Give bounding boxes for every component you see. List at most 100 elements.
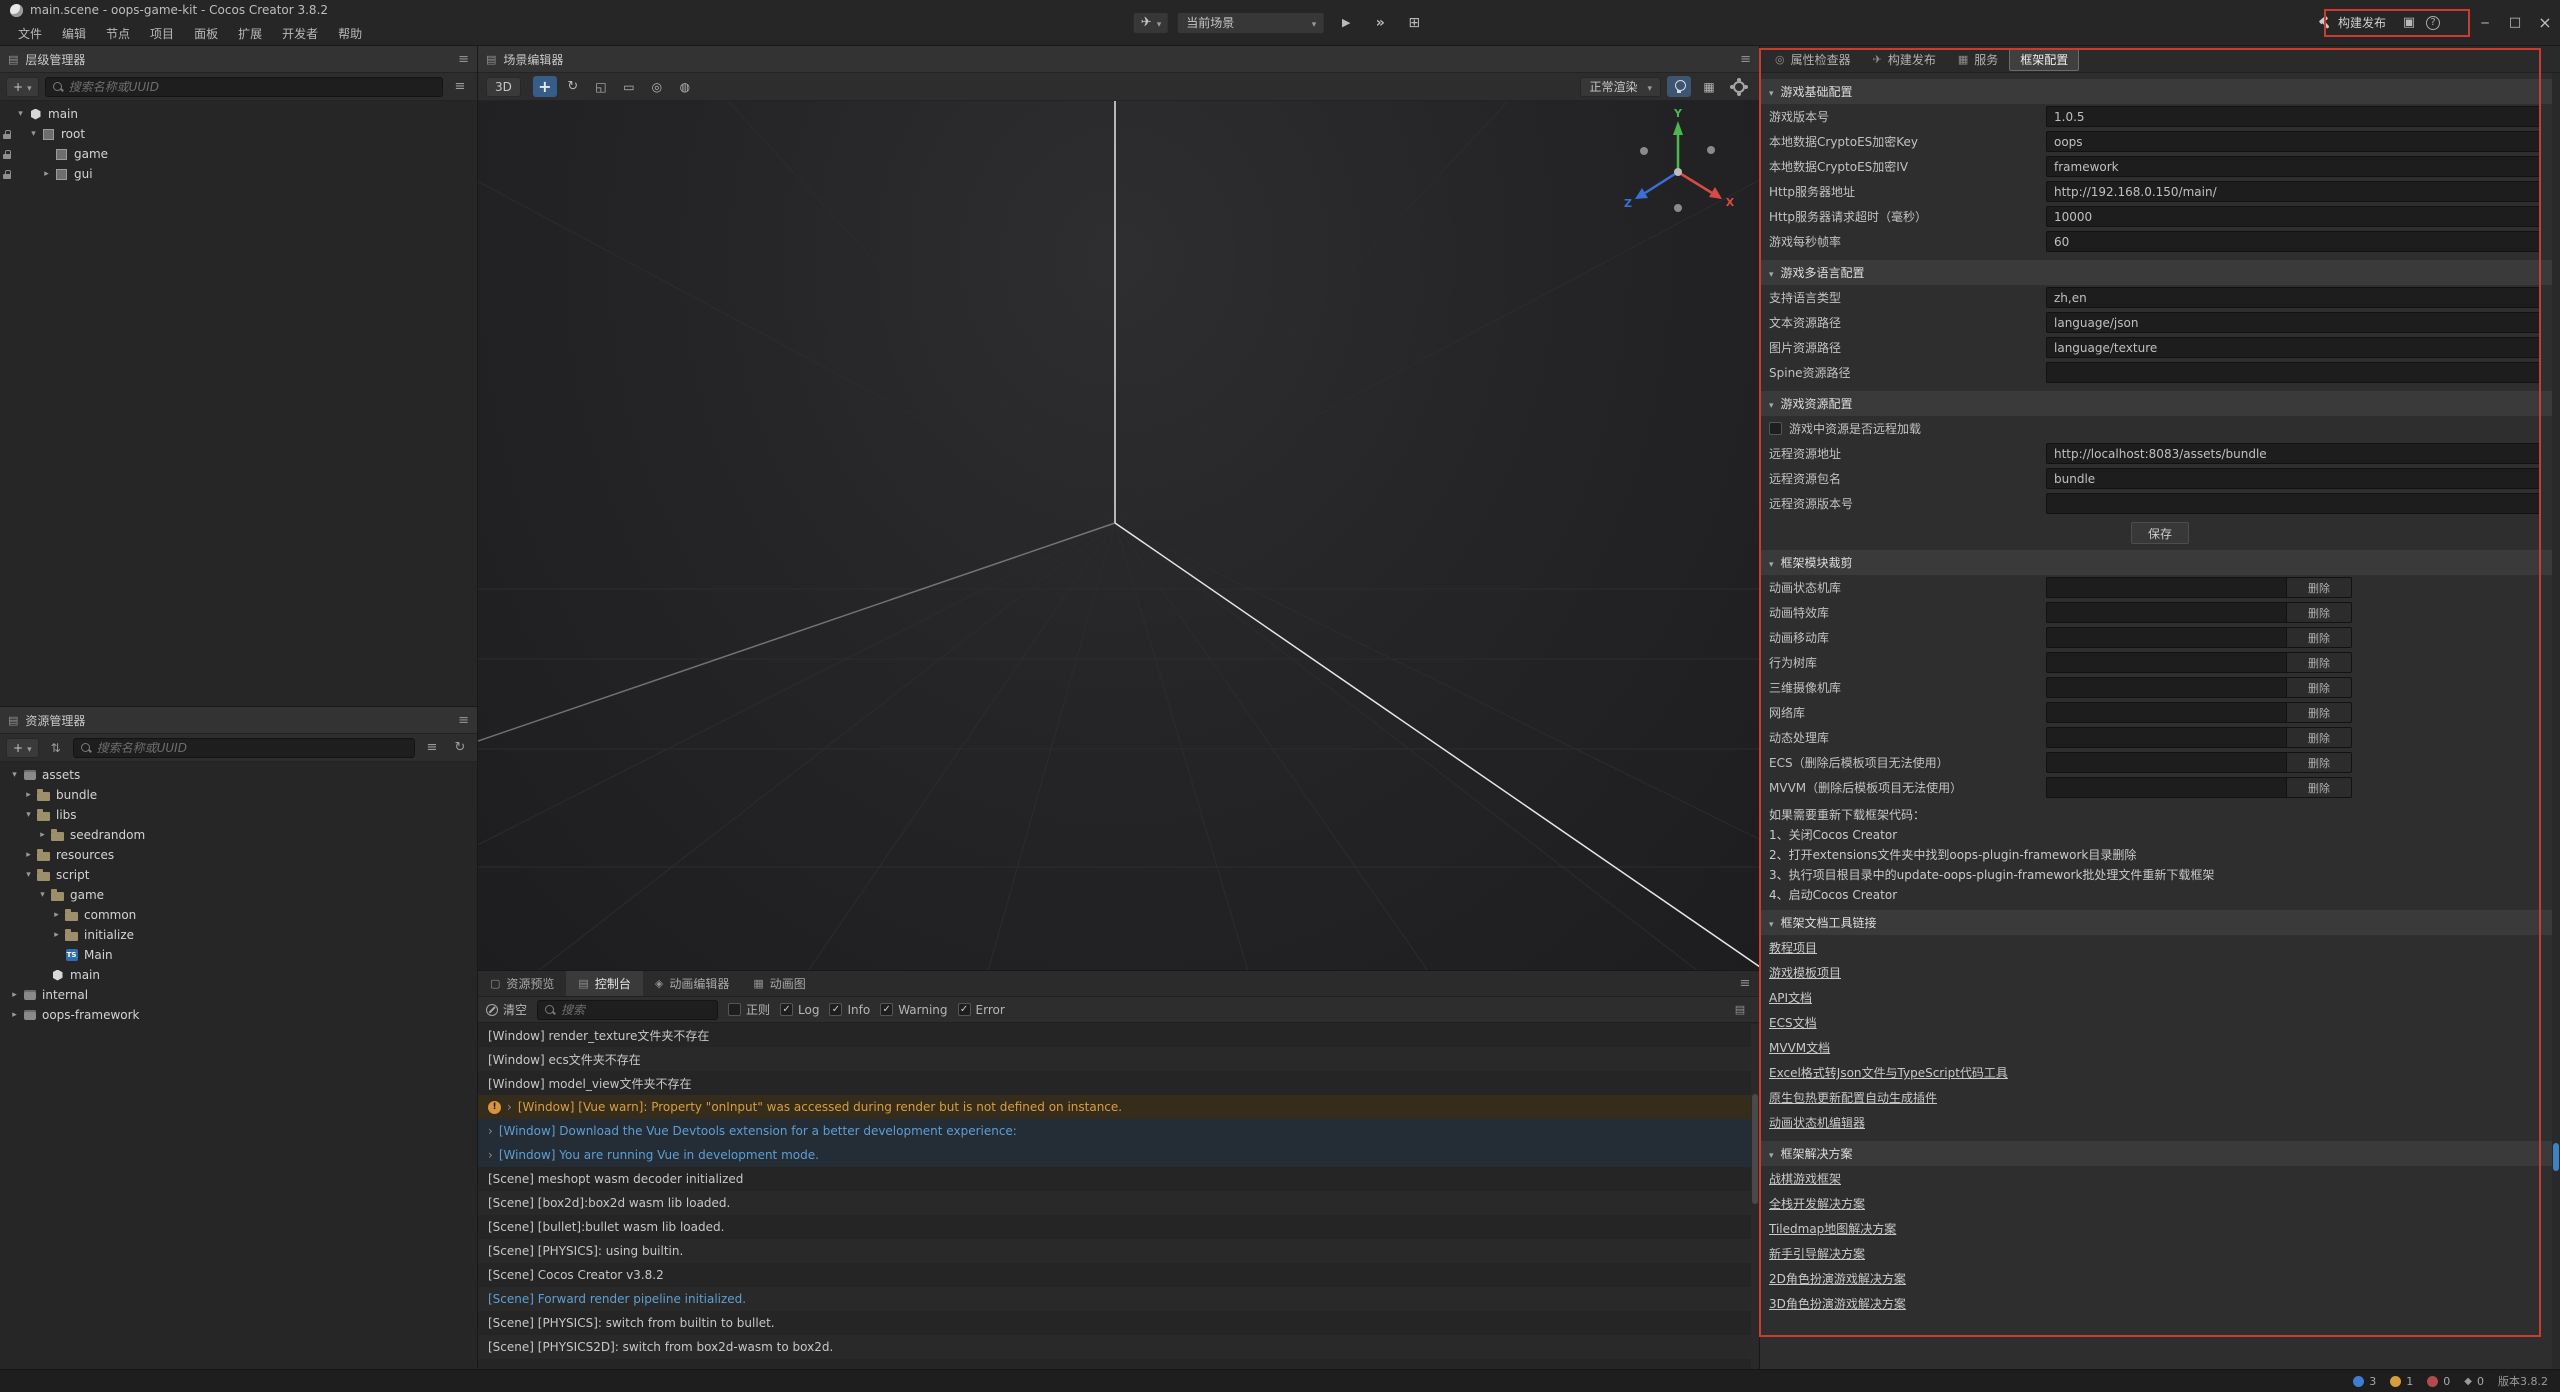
panel-menu-icon[interactable]: [458, 52, 469, 67]
delete-module-button[interactable]: 删除: [2286, 752, 2352, 773]
menu-item[interactable]: 编辑: [52, 20, 96, 46]
menu-item[interactable]: 节点: [96, 20, 140, 46]
asset-node[interactable]: bundle: [0, 785, 477, 805]
package-button[interactable]: [2396, 12, 2422, 34]
close-button[interactable]: [2530, 8, 2560, 38]
delete-module-button[interactable]: 删除: [2286, 777, 2352, 798]
panel-menu-icon[interactable]: [1740, 52, 1751, 67]
console-tab[interactable]: 动画图: [741, 971, 817, 996]
expand-chevron-icon[interactable]: [14, 109, 27, 119]
move-tool-button[interactable]: [533, 76, 557, 97]
solution-link[interactable]: 新手引导解决方案: [1769, 1245, 1865, 1262]
property-input[interactable]: [2046, 312, 2541, 333]
asset-node[interactable]: common: [0, 905, 477, 925]
asset-node[interactable]: assets: [0, 765, 477, 785]
expand-chevron-icon[interactable]: [50, 930, 63, 940]
log-filter-checkbox[interactable]: Error: [958, 1003, 1005, 1017]
asset-node[interactable]: libs: [0, 805, 477, 825]
expand-chevron-icon[interactable]: [36, 890, 49, 900]
console-tab[interactable]: 控制台: [566, 971, 642, 996]
task-count[interactable]: 0: [2464, 1375, 2484, 1388]
console-scrollbar-thumb[interactable]: [1752, 1094, 1758, 1204]
property-input[interactable]: [2046, 156, 2541, 177]
expand-chevron-icon[interactable]: [36, 830, 49, 840]
asset-node[interactable]: script: [0, 865, 477, 885]
log-entry[interactable]: [Window] [Vue warn]: Property "onInput" …: [478, 1095, 1759, 1119]
info-count[interactable]: 3: [2353, 1375, 2376, 1388]
expand-chevron-icon[interactable]: [40, 169, 53, 179]
play-button[interactable]: [1333, 12, 1359, 34]
checkbox-box[interactable]: [780, 1003, 793, 1016]
hierarchy-tree[interactable]: main root: [0, 101, 477, 706]
property-input[interactable]: [2046, 337, 2541, 358]
checkbox-box[interactable]: [728, 1003, 741, 1016]
log-entry[interactable]: [Window] You are running Vue in developm…: [478, 1143, 1759, 1167]
log-entry[interactable]: [Window] render_texture文件夹不存在: [478, 1023, 1759, 1047]
inspector-tab[interactable]: 框架配置: [2009, 48, 2079, 71]
log-entry[interactable]: [Window] model_view文件夹不存在: [478, 1071, 1759, 1095]
console-search-box[interactable]: [537, 1000, 718, 1020]
expand-chevron-icon[interactable]: [8, 1010, 21, 1020]
log-entry[interactable]: [Scene] [PHYSICS2D]: switch from box2d-w…: [478, 1335, 1759, 1359]
delete-module-button[interactable]: 删除: [2286, 577, 2352, 598]
asset-node[interactable]: internal: [0, 985, 477, 1005]
asset-node[interactable]: resources: [0, 845, 477, 865]
menu-item[interactable]: 开发者: [272, 20, 328, 46]
console-search-input[interactable]: [561, 1003, 711, 1017]
doc-link[interactable]: API文档: [1769, 989, 1812, 1006]
property-input[interactable]: [2046, 468, 2541, 489]
doc-link[interactable]: 原生包热更新配置自动生成插件: [1769, 1089, 1937, 1106]
menu-item[interactable]: 帮助: [328, 20, 372, 46]
menu-item[interactable]: 扩展: [228, 20, 272, 46]
checkbox-box[interactable]: [880, 1003, 893, 1016]
log-filter-checkbox[interactable]: Warning: [880, 1003, 947, 1017]
inspector-tab[interactable]: 服务: [1947, 48, 2009, 71]
hierarchy-node[interactable]: gui: [0, 164, 477, 184]
asset-node[interactable]: oops-framework: [0, 1005, 477, 1025]
log-expand-chevron-icon[interactable]: [488, 1124, 493, 1138]
expand-chevron-icon[interactable]: [22, 790, 35, 800]
expand-chevron-icon[interactable]: [22, 850, 35, 860]
property-input[interactable]: [2046, 443, 2541, 464]
light-toggle-button[interactable]: [1667, 76, 1691, 97]
lock-icon[interactable]: [0, 166, 14, 182]
preview-platform-button[interactable]: [1133, 12, 1169, 34]
scale-tool-button[interactable]: [589, 76, 613, 97]
delete-module-button[interactable]: 删除: [2286, 727, 2352, 748]
pivot-toggle-button[interactable]: [645, 76, 669, 97]
doc-link[interactable]: 教程项目: [1769, 939, 1817, 956]
delete-module-button[interactable]: 删除: [2286, 602, 2352, 623]
log-entry[interactable]: [Window] ecs文件夹不存在: [478, 1047, 1759, 1071]
console-options-button[interactable]: [1729, 1000, 1751, 1020]
solution-link[interactable]: 战棋游戏框架: [1769, 1170, 1841, 1187]
hierarchy-filter-button[interactable]: [449, 77, 471, 97]
delete-module-button[interactable]: 删除: [2286, 677, 2352, 698]
hierarchy-search-input[interactable]: [69, 80, 436, 94]
regex-checkbox[interactable]: 正则: [728, 1001, 770, 1018]
log-entry[interactable]: [Scene] [PHYSICS]: switch from builtin t…: [478, 1311, 1759, 1335]
console-scrollbar[interactable]: [1751, 1024, 1759, 1369]
log-entry[interactable]: [Scene] [bullet]:bullet wasm lib loaded.: [478, 1215, 1759, 1239]
section-header-basic[interactable]: 游戏基础配置: [1760, 79, 2560, 104]
solution-link[interactable]: 全栈开发解决方案: [1769, 1195, 1865, 1212]
log-entry[interactable]: [Scene] meshopt wasm decoder initialized: [478, 1167, 1759, 1191]
hierarchy-node[interactable]: game: [0, 144, 477, 164]
expand-chevron-icon[interactable]: [27, 129, 40, 139]
checkbox-box[interactable]: [829, 1003, 842, 1016]
expand-chevron-icon[interactable]: [22, 870, 35, 880]
log-expand-chevron-icon[interactable]: [507, 1100, 512, 1114]
section-header-modules[interactable]: 框架模块裁剪: [1760, 550, 2560, 575]
console-tab[interactable]: 资源预览: [478, 971, 566, 996]
section-header-language[interactable]: 游戏多语言配置: [1760, 260, 2560, 285]
assets-search-box[interactable]: [73, 738, 415, 758]
console-tab[interactable]: 动画编辑器: [643, 971, 741, 996]
lock-icon[interactable]: [0, 146, 14, 162]
coordinate-space-button[interactable]: [673, 76, 697, 97]
add-node-button[interactable]: +: [6, 77, 39, 97]
console-log-area[interactable]: [Window] render_texture文件夹不存在 [Window] e…: [478, 1023, 1759, 1369]
property-input[interactable]: [2046, 493, 2541, 514]
doc-link[interactable]: ECS文档: [1769, 1014, 1817, 1031]
render-mode-select[interactable]: 正常渲染: [1580, 77, 1661, 97]
property-input[interactable]: [2046, 287, 2541, 308]
inspector-tab[interactable]: 属性检查器: [1764, 48, 1862, 71]
